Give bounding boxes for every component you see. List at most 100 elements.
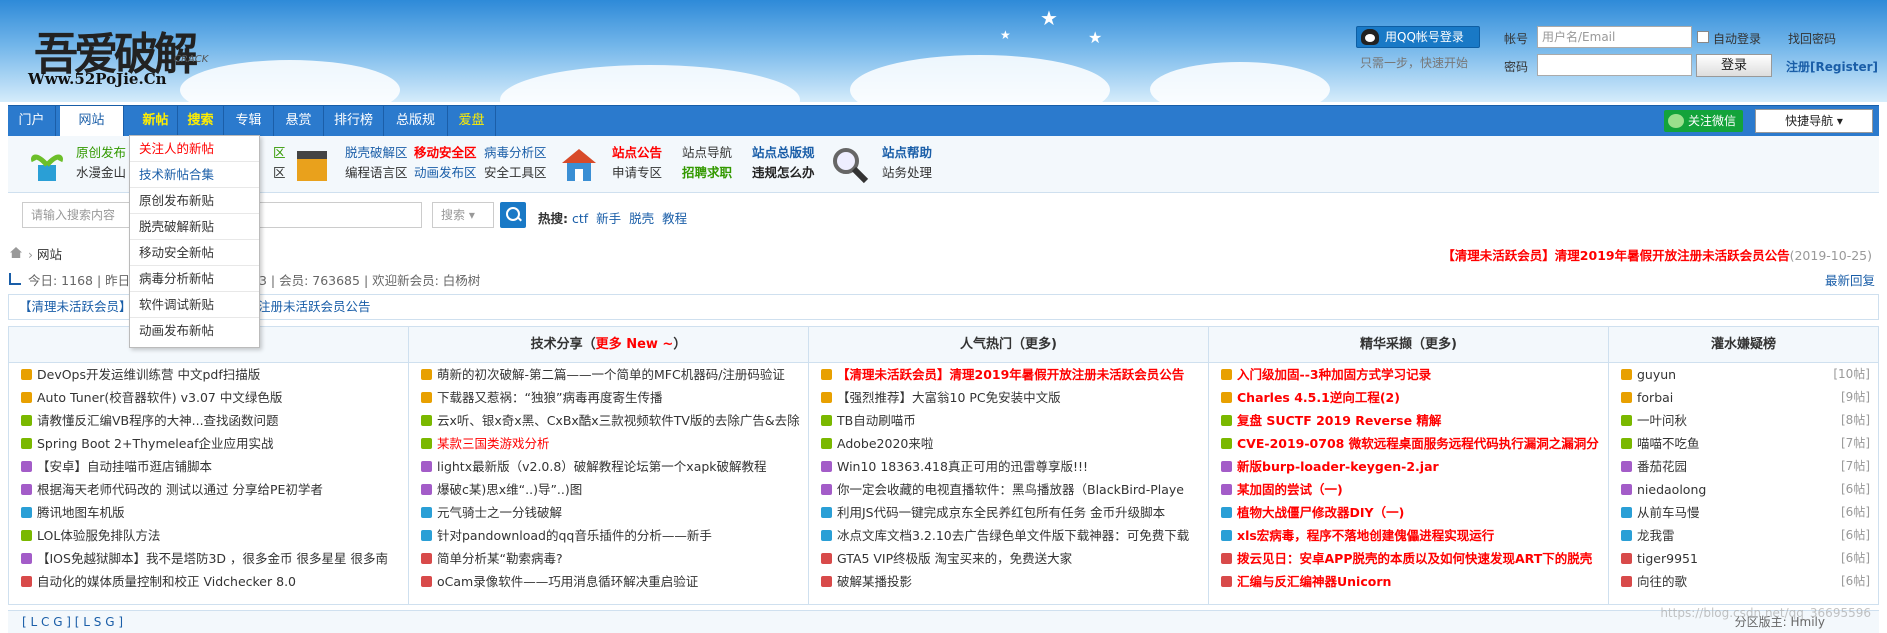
post-title-link[interactable]: oCam录像软件——巧用消息循环解决重启验证 <box>437 574 698 589</box>
list-item[interactable]: 云x听、银x奇x黑、CxBx酷x三款视频软件TV版的去除广告&去除 <box>409 409 808 432</box>
post-title-link[interactable]: 自动化的媒体质量控制和校正 Vidchecker 8.0 <box>37 574 296 589</box>
breadcrumb-website[interactable]: 网站 <box>37 247 62 262</box>
post-title-link[interactable]: Auto Tuner(校音器软件) v3.07 中文绿色版 <box>37 390 282 405</box>
subnav-mobile-security[interactable]: 移动安全区 <box>414 145 477 160</box>
subnav-help[interactable]: 站点帮助 <box>882 145 932 160</box>
more-new-link[interactable]: 更多 New ~ <box>596 337 674 352</box>
subnav-animation[interactable]: 动画发布区 <box>414 165 477 180</box>
announcement-bar[interactable]: 【清理未活跃会员】 注册未活跃会员公告 <box>8 294 1879 320</box>
home-icon[interactable] <box>10 247 22 258</box>
footer-links[interactable]: [ L C G ] [ L S G ] <box>22 615 123 629</box>
list-item[interactable]: TB自动刷喵币 <box>809 409 1208 432</box>
post-title-link[interactable]: Adobe2020来啦 <box>837 436 933 451</box>
dropdown-item[interactable]: 病毒分析新帖 <box>130 266 259 292</box>
qq-login-button[interactable]: 用QQ帐号登录 <box>1356 26 1480 48</box>
list-item[interactable]: lightx最新版（v2.0.8）破解教程论坛第一个xapk破解教程 <box>409 455 808 478</box>
subnav-shuiman[interactable]: 水漫金山 <box>76 165 126 180</box>
quick-nav-button[interactable]: 快捷导航 ▾ <box>1755 109 1873 133</box>
list-item[interactable]: 新版burp-loader-keygen-2.jar <box>1209 455 1608 478</box>
username-link[interactable]: 从前车马慢 <box>1637 505 1700 520</box>
list-item[interactable]: 拨云见日：安卓APP脱壳的本质以及如何快速发现ART下的脱壳 <box>1209 547 1608 570</box>
post-title-link[interactable]: 某加固的尝试（一) <box>1237 482 1343 497</box>
post-title-link[interactable]: 利用JS代码一键完成京东全民养红包所有任务 金币升级脚本 <box>837 505 1165 520</box>
username-link[interactable]: 番茄花园 <box>1637 459 1687 474</box>
list-item[interactable]: niedaolong [6帖] <box>1609 478 1878 501</box>
subnav-jobs[interactable]: 招聘求职 <box>682 165 732 180</box>
post-title-link[interactable]: 元气骑士之一分钱破解 <box>437 505 562 520</box>
post-title-link[interactable]: LOL体验服免排队方法 <box>37 528 160 543</box>
list-item[interactable]: 请教懂反汇编VB程序的大神...查找函数问题 <box>9 409 408 432</box>
list-item[interactable]: LOL体验服免排队方法 <box>9 524 408 547</box>
list-item[interactable]: guyun [10帖] <box>1609 363 1878 386</box>
list-item[interactable]: 下载器又惹祸：“独狼”病毒再度寄生传播 <box>409 386 808 409</box>
dropdown-item[interactable]: 关注人的新帖 <box>130 136 259 162</box>
nav-portal[interactable]: 门户 <box>8 106 56 136</box>
list-item[interactable]: 简单分析某“勒索病毒? <box>409 547 808 570</box>
post-title-link[interactable]: 下载器又惹祸：“独狼”病毒再度寄生传播 <box>437 390 662 405</box>
dropdown-item[interactable]: 脱壳破解新贴 <box>130 214 259 240</box>
list-item[interactable]: 根据海天老师代码改的 测试以通过 分享给PE初学者 <box>9 478 408 501</box>
post-title-link[interactable]: 简单分析某“勒索病毒? <box>437 551 563 566</box>
post-title-link[interactable]: lightx最新版（v2.0.8）破解教程论坛第一个xapk破解教程 <box>437 459 767 474</box>
column-header[interactable]: 人气热门（更多) <box>809 327 1208 363</box>
hot-keyword[interactable]: ctf <box>572 211 588 226</box>
nav-rewards[interactable]: 悬赏 <box>274 106 324 136</box>
subnav-site-nav[interactable]: 站点导航 <box>682 145 732 160</box>
list-item[interactable]: Win10 18363.418真正可用的迅雷尊享版!!! <box>809 455 1208 478</box>
nav-search[interactable]: 搜索 <box>178 106 224 136</box>
list-item[interactable]: DevOps开发运维训练营 中文pdf扫描版 <box>9 363 408 386</box>
post-title-link[interactable]: 针对pandownload的qq音乐插件的分析——新手 <box>437 528 712 543</box>
post-title-link[interactable]: 植物大战僵尸修改器DIY（一) <box>1237 505 1404 520</box>
list-item[interactable]: 针对pandownload的qq音乐插件的分析——新手 <box>409 524 808 547</box>
search-button[interactable] <box>500 202 526 228</box>
account-input[interactable]: 用户名/Email <box>1537 26 1692 48</box>
post-title-link[interactable]: 汇编与反汇编神器Unicorn <box>1237 574 1391 589</box>
site-logo[interactable]: 吾爱破解 CRACK Www.52PoJie.Cn <box>14 18 236 92</box>
list-item[interactable]: 某款三国类游戏分析 <box>409 432 808 455</box>
post-title-link[interactable]: 请教懂反汇编VB程序的大神...查找函数问题 <box>37 413 279 428</box>
list-item[interactable]: Adobe2020来啦 <box>809 432 1208 455</box>
latest-replies-link[interactable]: 最新回复 <box>1825 270 1875 289</box>
dropdown-item[interactable]: 动画发布新帖 <box>130 318 259 344</box>
password-input[interactable] <box>1537 54 1692 76</box>
wechat-follow-button[interactable]: 关注微信 <box>1664 110 1743 132</box>
list-item[interactable]: 一叶问秋 [8帖] <box>1609 409 1878 432</box>
list-item[interactable]: 番茄花园 [7帖] <box>1609 455 1878 478</box>
subnav-programming[interactable]: 编程语言区 <box>345 165 408 180</box>
post-title-link[interactable]: 拨云见日：安卓APP脱壳的本质以及如何快速发现ART下的脱壳 <box>1237 551 1592 566</box>
list-item[interactable]: 植物大战僵尸修改器DIY（一) <box>1209 501 1608 524</box>
post-title-link[interactable]: Charles 4.5.1逆向工程(2) <box>1237 390 1400 405</box>
subnav-apply[interactable]: 申请专区 <box>612 165 662 180</box>
post-title-link[interactable]: DevOps开发运维训练营 中文pdf扫描版 <box>37 367 260 382</box>
list-item[interactable]: tiger9951 [6帖] <box>1609 547 1878 570</box>
post-title-link[interactable]: 入门级加固--3种加固方式学习记录 <box>1237 367 1431 382</box>
list-item[interactable]: 爆破c某)思x维“..)导”..)图 <box>409 478 808 501</box>
post-title-link[interactable]: Win10 18363.418真正可用的迅雷尊享版!!! <box>837 459 1088 474</box>
post-title-link[interactable]: 【清理未活跃会员】清理2019年暑假开放注册未活跃会员公告 <box>837 367 1184 382</box>
hot-keyword[interactable]: 脱壳 <box>629 211 654 226</box>
list-item[interactable]: 自动化的媒体质量控制和校正 Vidchecker 8.0 <box>9 570 408 593</box>
subnav-announcement[interactable]: 站点公告 <box>612 145 662 160</box>
list-item[interactable]: 某加固的尝试（一) <box>1209 478 1608 501</box>
site-notice[interactable]: 【清理未活跃会员】清理2019年暑假开放注册未活跃会员公告(2019-10-25… <box>1442 245 1872 264</box>
post-title-link[interactable]: Spring Boot 2+Thymeleaf企业应用实战 <box>37 436 274 451</box>
post-title-link[interactable]: 冰点文库文档3.2.10去广告绿色单文件版下载神器：可免费下载 <box>837 528 1189 543</box>
post-title-link[interactable]: 萌新的初次破解-第二篇——一个简单的MFC机器码/注册码验证 <box>437 367 785 382</box>
post-title-link[interactable]: 云x听、银x奇x黑、CxBx酷x三款视频软件TV版的去除广告&去除 <box>437 413 800 428</box>
post-title-link[interactable]: TB自动刷喵币 <box>837 413 916 428</box>
subnav-affairs[interactable]: 站务处理 <box>882 165 932 180</box>
post-title-link[interactable]: 某款三国类游戏分析 <box>437 436 550 451</box>
list-item[interactable]: 汇编与反汇编神器Unicorn <box>1209 570 1608 593</box>
column-header[interactable]: 精华采撷（更多) <box>1209 327 1608 363</box>
post-title-link[interactable]: 【安卓】自动挂喵币逛店铺脚本 <box>37 459 212 474</box>
list-item[interactable]: 从前车马慢 [6帖] <box>1609 501 1878 524</box>
subnav-virus[interactable]: 病毒分析区 <box>484 145 547 160</box>
list-item[interactable]: 向往的歌 [6帖] <box>1609 570 1878 593</box>
nav-aipan[interactable]: 爱盘 <box>448 106 496 136</box>
post-title-link[interactable]: CVE-2019-0708 微软远程桌面服务远程代码执行漏洞之漏洞分 <box>1237 436 1599 451</box>
list-item[interactable]: 【安卓】自动挂喵币逛店铺脚本 <box>9 455 408 478</box>
list-item[interactable]: 【强烈推荐】大富翁10 PC免安装中文版 <box>809 386 1208 409</box>
find-password-link[interactable]: 找回密码 <box>1788 30 1836 47</box>
register-link[interactable]: 注册[Register] <box>1786 58 1878 75</box>
nav-albums[interactable]: 专辑 <box>224 106 274 136</box>
